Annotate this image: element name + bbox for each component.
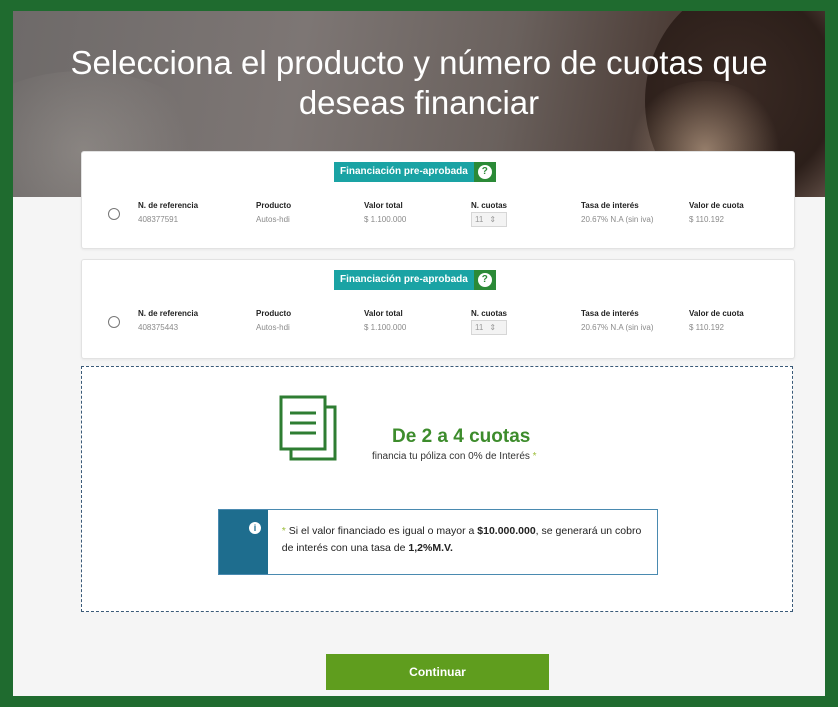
cuota-value-header: Valor de cuota (689, 201, 744, 210)
cuota-value-column: Valor de cuota $ 110.192 (689, 201, 744, 224)
total-header: Valor total (364, 309, 403, 318)
page-frame: Selecciona el producto y número de cuota… (13, 11, 825, 696)
financing-option-card: Financiación pre-aprobada ? N. de refere… (81, 259, 795, 359)
preapproved-badge: Financiación pre-aprobada ? (334, 270, 496, 290)
rate-column: Tasa de interés 20.67% N.A (sin iva) (581, 201, 653, 224)
documents-icon (277, 395, 343, 466)
financing-option-card: Financiación pre-aprobada ? N. de refere… (81, 151, 795, 249)
cuotas-stepper[interactable]: 11 ⇕ (471, 212, 507, 227)
promo-asterisk: * (532, 451, 537, 462)
continue-button[interactable]: Continuar (326, 654, 549, 690)
page-title: Selecciona el producto y número de cuota… (70, 44, 768, 121)
product-header: Producto (256, 201, 292, 210)
notice-text: * Si el valor financiado es igual o mayo… (268, 510, 657, 574)
promo-subtitle: financia tu póliza con 0% de Interés * (372, 451, 537, 462)
help-button[interactable]: ? (473, 162, 496, 182)
interest-notice: i * Si el valor financiado es igual o ma… (218, 509, 658, 575)
notice-rate: 1,2%M.V. (408, 542, 453, 554)
rate-column: Tasa de interés 20.67% N.A (sin iva) (581, 309, 653, 332)
help-button[interactable]: ? (473, 270, 496, 290)
product-column: Producto Autos-hdi (256, 309, 291, 332)
reference-value: 408377591 (138, 215, 179, 224)
notice-amount: $10.000.000 (477, 525, 536, 537)
stepper-arrows-icon[interactable]: ⇕ (489, 215, 496, 224)
rate-header: Tasa de interés (581, 309, 639, 318)
cuota-value-header: Valor de cuota (689, 309, 744, 318)
rate-value: 20.67% N.A (sin iva) (581, 215, 654, 224)
reference-column: N. de referencia 408375443 (138, 309, 198, 332)
rate-value: 20.67% N.A (sin iva) (581, 323, 654, 332)
product-value: Autos-hdi (256, 215, 290, 224)
product-header: Producto (256, 309, 292, 318)
preapproved-badge-label: Financiación pre-aprobada (334, 270, 474, 290)
option-radio[interactable] (108, 316, 120, 328)
stepper-arrows-icon[interactable]: ⇕ (489, 323, 496, 332)
product-column: Producto Autos-hdi (256, 201, 291, 224)
preapproved-badge: Financiación pre-aprobada ? (334, 162, 496, 182)
notice-sidebar: i (219, 510, 268, 574)
cuota-value: $ 110.192 (689, 215, 724, 224)
cuotas-header: N. cuotas (471, 201, 508, 210)
cuota-value-column: Valor de cuota $ 110.192 (689, 309, 744, 332)
total-header: Valor total (364, 201, 403, 210)
reference-header: N. de referencia (138, 201, 199, 210)
promo-title: De 2 a 4 cuotas (392, 426, 531, 447)
info-icon: i (249, 522, 261, 534)
total-value: $ 1.100.000 (364, 215, 407, 224)
cuotas-column: N. cuotas 11 ⇕ (471, 309, 507, 335)
total-value: $ 1.100.000 (364, 323, 407, 332)
total-column: Valor total $ 1.100.000 (364, 201, 406, 224)
cuotas-value: 11 (475, 215, 484, 224)
product-value: Autos-hdi (256, 323, 290, 332)
cuotas-column: N. cuotas 11 ⇕ (471, 201, 507, 227)
question-icon: ? (477, 273, 492, 287)
promo-box: De 2 a 4 cuotas financia tu póliza con 0… (81, 366, 793, 612)
cuotas-header: N. cuotas (471, 309, 508, 318)
rate-header: Tasa de interés (581, 201, 639, 210)
question-icon: ? (477, 165, 492, 179)
reference-value: 408375443 (138, 323, 179, 332)
promo-subtitle-text: financia tu póliza con 0% de Interés (372, 451, 530, 462)
cuota-value: $ 110.192 (689, 323, 724, 332)
preapproved-badge-label: Financiación pre-aprobada (334, 162, 474, 182)
cuotas-stepper[interactable]: 11 ⇕ (471, 320, 507, 335)
option-radio[interactable] (108, 208, 120, 220)
reference-header: N. de referencia (138, 309, 199, 318)
reference-column: N. de referencia 408377591 (138, 201, 198, 224)
cuotas-value: 11 (475, 323, 484, 332)
total-column: Valor total $ 1.100.000 (364, 309, 406, 332)
notice-text-before: Si el valor financiado es igual o mayor … (285, 525, 478, 537)
